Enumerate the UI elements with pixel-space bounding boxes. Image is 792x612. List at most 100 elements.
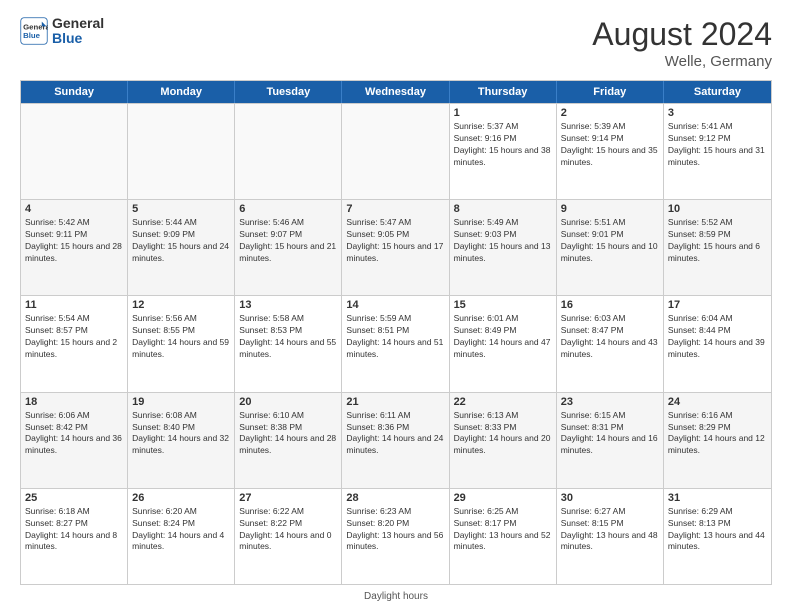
- day-number: 27: [239, 492, 337, 504]
- day-number: 6: [239, 203, 337, 215]
- day-number: 10: [668, 203, 767, 215]
- day-number: 1: [454, 107, 552, 119]
- day-number: 15: [454, 299, 552, 311]
- cell-info: Sunrise: 6:06 AM Sunset: 8:42 PM Dayligh…: [25, 410, 123, 458]
- day-number: 8: [454, 203, 552, 215]
- calendar-cell: 12 Sunrise: 5:56 AM Sunset: 8:55 PM Dayli…: [128, 296, 235, 391]
- calendar-body: 1 Sunrise: 5:37 AM Sunset: 9:16 PM Daylig…: [21, 103, 771, 584]
- location: Welle, Germany: [592, 53, 772, 70]
- calendar-cell: 26Sunrise: 6:20 AM Sunset: 8:24 PM Dayli…: [128, 489, 235, 584]
- calendar-header: Sunday Monday Tuesday Wednesday Thursday…: [21, 81, 771, 103]
- calendar-cell: 28Sunrise: 6:23 AM Sunset: 8:20 PM Dayli…: [342, 489, 449, 584]
- cell-info: Sunrise: 5:59 AM Sunset: 8:51 PM Dayligh…: [346, 313, 444, 361]
- cell-info: Sunrise: 6:23 AM Sunset: 8:20 PM Dayligh…: [346, 506, 444, 554]
- cell-info: Sunrise: 6:13 AM Sunset: 8:33 PM Dayligh…: [454, 410, 552, 458]
- calendar-cell: 30 Sunrise: 6:27 AM Sunset: 8:15 PM Dayli…: [557, 489, 664, 584]
- calendar-cell: 14 Sunrise: 5:59 AM Sunset: 8:51 PM Dayli…: [342, 296, 449, 391]
- cell-info: Sunrise: 6:11 AM Sunset: 8:36 PM Dayligh…: [346, 410, 444, 458]
- cell-info: Sunrise: 5:39 AM Sunset: 9:14 PM Dayligh…: [561, 121, 659, 169]
- cell-info: Sunrise: 5:52 AM Sunset: 8:59 PM Dayligh…: [668, 217, 767, 265]
- calendar-cell: 24Sunrise: 6:16 AM Sunset: 8:29 PM Dayli…: [664, 393, 771, 488]
- calendar-cell: 1 Sunrise: 5:37 AM Sunset: 9:16 PM Daylig…: [450, 104, 557, 199]
- calendar-cell: 8Sunrise: 5:49 AM Sunset: 9:03 PM Daylig…: [450, 200, 557, 295]
- cell-info: Sunrise: 5:42 AM Sunset: 9:11 PM Dayligh…: [25, 217, 123, 265]
- day-number: 19: [132, 396, 230, 408]
- cell-info: Sunrise: 5:37 AM Sunset: 9:16 PM Dayligh…: [454, 121, 552, 169]
- calendar-cell: 29Sunrise: 6:25 AM Sunset: 8:17 PM Dayli…: [450, 489, 557, 584]
- day-number: 25: [25, 492, 123, 504]
- cell-info: Sunrise: 6:15 AM Sunset: 8:31 PM Dayligh…: [561, 410, 659, 458]
- calendar-cell: 2 Sunrise: 5:39 AM Sunset: 9:14 PM Daylig…: [557, 104, 664, 199]
- cell-info: Sunrise: 5:41 AM Sunset: 9:12 PM Dayligh…: [668, 121, 767, 169]
- footer: Daylight hours: [20, 591, 772, 602]
- day-number: 7: [346, 203, 444, 215]
- calendar-cell: 13 Sunrise: 5:58 AM Sunset: 8:53 PM Dayli…: [235, 296, 342, 391]
- cell-info: Sunrise: 5:46 AM Sunset: 9:07 PM Dayligh…: [239, 217, 337, 265]
- calendar-cell: 7 Sunrise: 5:47 AM Sunset: 9:05 PM Daylig…: [342, 200, 449, 295]
- cell-info: Sunrise: 6:04 AM Sunset: 8:44 PM Dayligh…: [668, 313, 767, 361]
- cell-info: Sunrise: 5:58 AM Sunset: 8:53 PM Dayligh…: [239, 313, 337, 361]
- cell-info: Sunrise: 5:51 AM Sunset: 9:01 PM Dayligh…: [561, 217, 659, 265]
- logo-text: General Blue: [52, 16, 104, 47]
- day-number: 4: [25, 203, 123, 215]
- header-monday: Monday: [128, 81, 235, 103]
- day-number: 14: [346, 299, 444, 311]
- header-thursday: Thursday: [450, 81, 557, 103]
- header-saturday: Saturday: [664, 81, 771, 103]
- calendar-cell: 22 Sunrise: 6:13 AM Sunset: 8:33 PM Dayli…: [450, 393, 557, 488]
- calendar-cell: [21, 104, 128, 199]
- cell-info: Sunrise: 5:56 AM Sunset: 8:55 PM Dayligh…: [132, 313, 230, 361]
- day-number: 20: [239, 396, 337, 408]
- footer-text: Daylight hours: [364, 591, 428, 602]
- cell-info: Sunrise: 6:25 AM Sunset: 8:17 PM Dayligh…: [454, 506, 552, 554]
- calendar-cell: [128, 104, 235, 199]
- day-number: 11: [25, 299, 123, 311]
- day-number: 21: [346, 396, 444, 408]
- calendar-cell: 10 Sunrise: 5:52 AM Sunset: 8:59 PM Dayli…: [664, 200, 771, 295]
- cell-info: Sunrise: 6:20 AM Sunset: 8:24 PM Dayligh…: [132, 506, 230, 554]
- calendar-cell: 17 Sunrise: 6:04 AM Sunset: 8:44 PM Dayli…: [664, 296, 771, 391]
- calendar-cell: 19 Sunrise: 6:08 AM Sunset: 8:40 PM Dayli…: [128, 393, 235, 488]
- cell-info: Sunrise: 6:10 AM Sunset: 8:38 PM Dayligh…: [239, 410, 337, 458]
- svg-text:General: General: [23, 23, 48, 32]
- calendar-cell: 6 Sunrise: 5:46 AM Sunset: 9:07 PM Daylig…: [235, 200, 342, 295]
- cell-info: Sunrise: 5:44 AM Sunset: 9:09 PM Dayligh…: [132, 217, 230, 265]
- calendar-cell: 23Sunrise: 6:15 AM Sunset: 8:31 PM Dayli…: [557, 393, 664, 488]
- day-number: 22: [454, 396, 552, 408]
- logo-line2: Blue: [52, 31, 104, 46]
- cell-info: Sunrise: 6:29 AM Sunset: 8:13 PM Dayligh…: [668, 506, 767, 554]
- logo: General Blue General Blue: [20, 16, 104, 47]
- svg-text:Blue: Blue: [23, 31, 41, 40]
- cell-info: Sunrise: 5:47 AM Sunset: 9:05 PM Dayligh…: [346, 217, 444, 265]
- day-number: 30: [561, 492, 659, 504]
- day-number: 5: [132, 203, 230, 215]
- calendar-cell: 11 Sunrise: 5:54 AM Sunset: 8:57 PM Dayli…: [21, 296, 128, 391]
- calendar-cell: 4 Sunrise: 5:42 AM Sunset: 9:11 PM Daylig…: [21, 200, 128, 295]
- cell-info: Sunrise: 6:27 AM Sunset: 8:15 PM Dayligh…: [561, 506, 659, 554]
- calendar-cell: 25Sunrise: 6:18 AM Sunset: 8:27 PM Dayli…: [21, 489, 128, 584]
- day-number: 9: [561, 203, 659, 215]
- cell-info: Sunrise: 6:08 AM Sunset: 8:40 PM Dayligh…: [132, 410, 230, 458]
- calendar-cell: [342, 104, 449, 199]
- header: General Blue General Blue August 2024 We…: [20, 16, 772, 70]
- day-number: 17: [668, 299, 767, 311]
- day-number: 3: [668, 107, 767, 119]
- calendar-cell: 15Sunrise: 6:01 AM Sunset: 8:49 PM Dayli…: [450, 296, 557, 391]
- logo-line1: General: [52, 16, 104, 31]
- cell-info: Sunrise: 6:16 AM Sunset: 8:29 PM Dayligh…: [668, 410, 767, 458]
- calendar-cell: 18 Sunrise: 6:06 AM Sunset: 8:42 PM Dayli…: [21, 393, 128, 488]
- calendar-cell: 20 Sunrise: 6:10 AM Sunset: 8:38 PM Dayli…: [235, 393, 342, 488]
- day-number: 2: [561, 107, 659, 119]
- header-wednesday: Wednesday: [342, 81, 449, 103]
- calendar-row-5: 25Sunrise: 6:18 AM Sunset: 8:27 PM Dayli…: [21, 488, 771, 584]
- calendar-cell: 31Sunrise: 6:29 AM Sunset: 8:13 PM Dayli…: [664, 489, 771, 584]
- day-number: 18: [25, 396, 123, 408]
- cell-info: Sunrise: 5:54 AM Sunset: 8:57 PM Dayligh…: [25, 313, 123, 361]
- page: General Blue General Blue August 2024 We…: [0, 0, 792, 612]
- calendar-cell: 21 Sunrise: 6:11 AM Sunset: 8:36 PM Dayli…: [342, 393, 449, 488]
- calendar-cell: 3 Sunrise: 5:41 AM Sunset: 9:12 PM Daylig…: [664, 104, 771, 199]
- header-sunday: Sunday: [21, 81, 128, 103]
- day-number: 13: [239, 299, 337, 311]
- day-number: 12: [132, 299, 230, 311]
- title-block: August 2024 Welle, Germany: [592, 16, 772, 70]
